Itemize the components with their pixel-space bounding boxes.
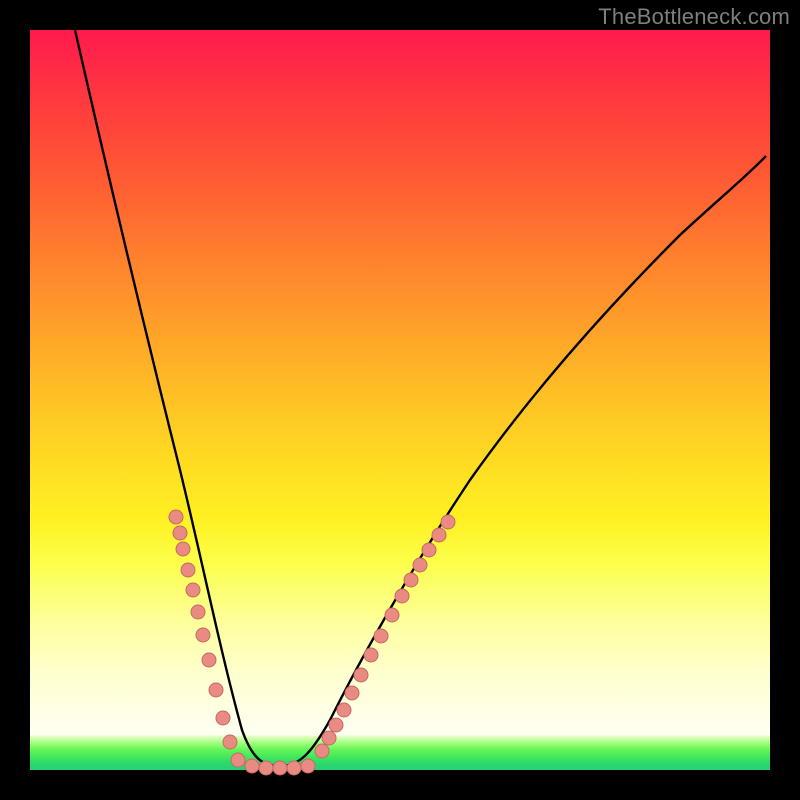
curve-dots-bottom [245,759,315,775]
curve-dots-right [315,515,455,758]
chart-svg [30,30,770,770]
chart-frame: TheBottleneck.com [0,0,800,800]
watermark-text: TheBottleneck.com [598,4,790,30]
bottleneck-curve [75,30,766,766]
curve-dots-left [169,510,245,767]
